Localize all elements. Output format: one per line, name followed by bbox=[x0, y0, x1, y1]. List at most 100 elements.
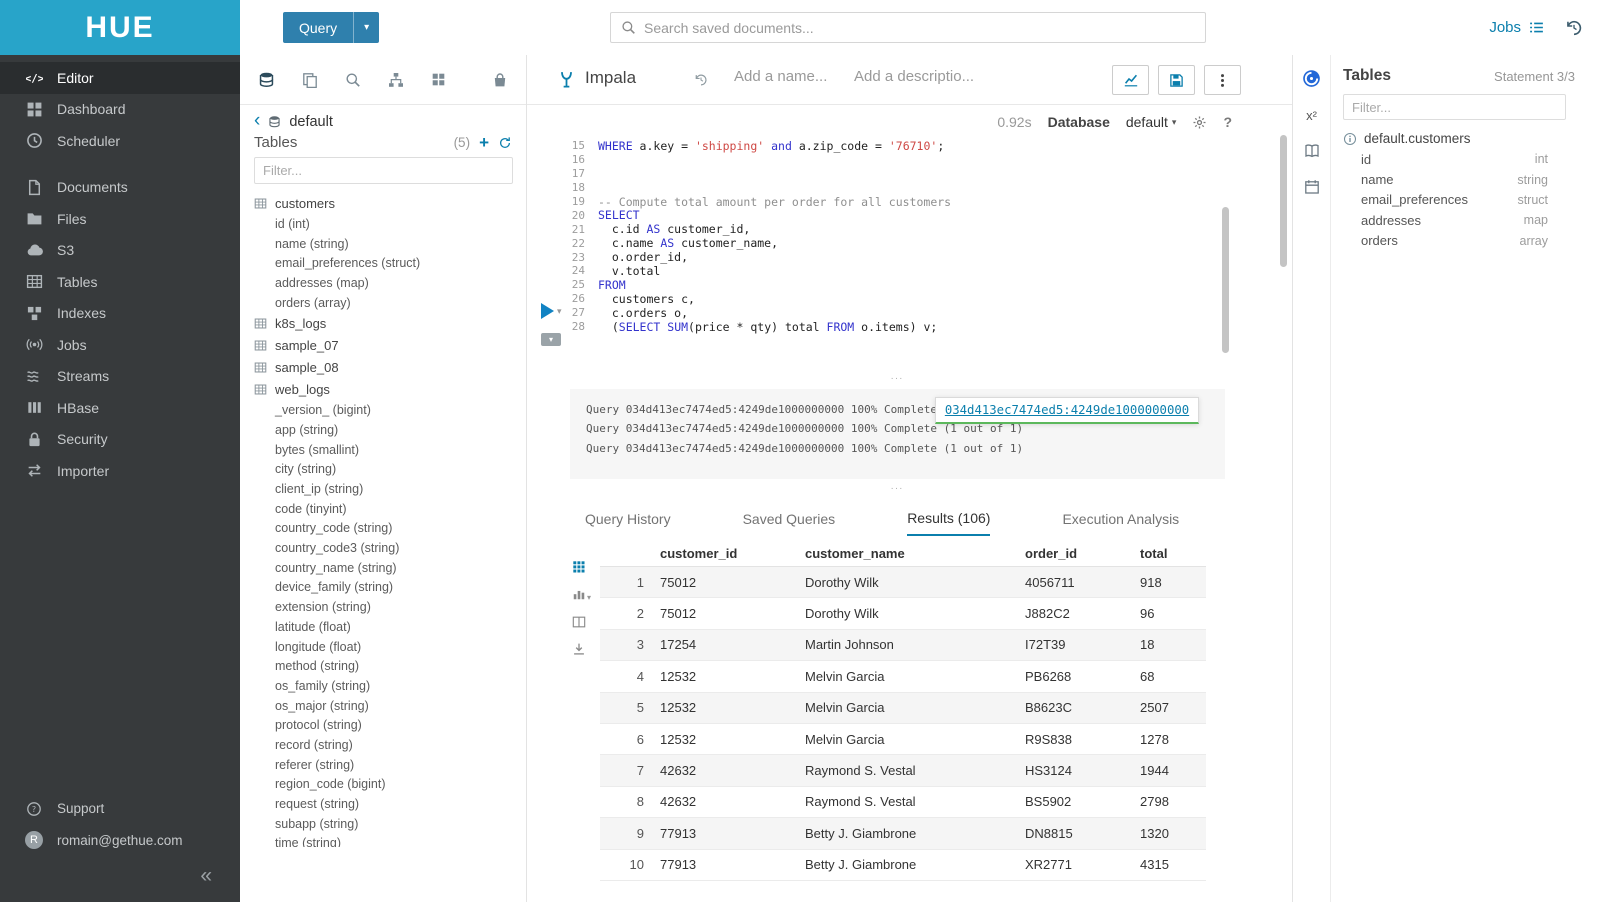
results-row[interactable]: 175012Dorothy Wilk4056711918 bbox=[600, 567, 1206, 598]
sidebar-item-dashboard[interactable]: Dashboard bbox=[0, 94, 240, 126]
sidebar-item-jobs[interactable]: Jobs bbox=[0, 329, 240, 361]
tree-column-item[interactable]: country_code (string) bbox=[254, 519, 526, 539]
save-button[interactable] bbox=[1158, 65, 1195, 95]
tree-column-item[interactable]: client_ip (string) bbox=[254, 479, 526, 499]
tree-table-item[interactable]: web_logs bbox=[254, 378, 526, 400]
sidebar-item-editor[interactable]: </>Editor bbox=[0, 62, 240, 94]
tree-column-item[interactable]: os_family (string) bbox=[254, 676, 526, 696]
tree-column-item[interactable]: device_family (string) bbox=[254, 578, 526, 598]
add-table-button[interactable]: + bbox=[479, 134, 489, 151]
tree-column-item[interactable]: app (string) bbox=[254, 420, 526, 440]
results-row[interactable]: 977913Betty J. GiambroneDN88151320 bbox=[600, 818, 1206, 849]
tree-column-item[interactable]: extension (string) bbox=[254, 597, 526, 617]
editor-scrollbar[interactable] bbox=[1222, 207, 1229, 353]
tab-query-history[interactable]: Query History bbox=[585, 501, 671, 536]
tree-column-item[interactable]: orders (array) bbox=[254, 293, 526, 313]
assist-hierarchy-tab[interactable] bbox=[388, 72, 404, 88]
download-button[interactable] bbox=[572, 642, 586, 656]
right-column-item[interactable]: addressesmap bbox=[1343, 210, 1589, 230]
results-row[interactable]: 275012Dorothy WilkJ882C296 bbox=[600, 598, 1206, 629]
right-filter-input[interactable] bbox=[1343, 94, 1566, 120]
sidebar-item-streams[interactable]: Streams bbox=[0, 361, 240, 393]
schedule-tab[interactable] bbox=[1293, 179, 1330, 195]
tree-column-item[interactable]: protocol (string) bbox=[254, 715, 526, 735]
results-row[interactable]: 742632Raymond S. VestalHS31241944 bbox=[600, 755, 1206, 786]
editor-options-button[interactable]: ▾ bbox=[541, 333, 561, 346]
sidebar-item-s3[interactable]: S3 bbox=[0, 235, 240, 267]
panel-scrollbar[interactable] bbox=[1280, 135, 1287, 267]
right-column-item[interactable]: namestring bbox=[1343, 169, 1589, 189]
tree-column-item[interactable]: city (string) bbox=[254, 460, 526, 480]
tab-results-106[interactable]: Results (106) bbox=[907, 501, 990, 536]
global-history-button[interactable] bbox=[1565, 19, 1583, 37]
sidebar-item-support[interactable]: ? Support bbox=[0, 793, 240, 825]
tree-column-item[interactable]: code (tinyint) bbox=[254, 499, 526, 519]
tree-column-item[interactable]: longitude (float) bbox=[254, 637, 526, 657]
database-name[interactable]: default bbox=[289, 114, 333, 130]
tree-column-item[interactable]: addresses (map) bbox=[254, 273, 526, 293]
results-row[interactable]: 1077913Betty J. GiambroneXR27714315 bbox=[600, 850, 1206, 881]
tree-column-item[interactable]: id (int) bbox=[254, 214, 526, 234]
chart-button[interactable] bbox=[1112, 65, 1149, 95]
language-reference-tab[interactable] bbox=[1293, 143, 1330, 159]
tree-column-item[interactable]: os_major (string) bbox=[254, 696, 526, 716]
tab-saved-queries[interactable]: Saved Queries bbox=[743, 501, 836, 536]
tree-column-item[interactable]: latitude (float) bbox=[254, 617, 526, 637]
sidebar-item-security[interactable]: Security bbox=[0, 424, 240, 456]
tree-column-item[interactable]: email_preferences (struct) bbox=[254, 253, 526, 273]
sidebar-item-scheduler[interactable]: Scheduler bbox=[0, 125, 240, 157]
assist-apps-tab[interactable] bbox=[431, 72, 446, 87]
hue-logo[interactable]: HUE bbox=[0, 0, 240, 55]
grid-view-button[interactable] bbox=[572, 560, 586, 574]
tree-column-item[interactable]: time (string) bbox=[254, 834, 526, 847]
sidebar-item-documents[interactable]: Documents bbox=[0, 172, 240, 204]
back-chevron-icon[interactable]: ‹ bbox=[254, 111, 260, 130]
sidebar-item-files[interactable]: Files bbox=[0, 203, 240, 235]
tab-execution-analysis[interactable]: Execution Analysis bbox=[1062, 501, 1179, 536]
query-button[interactable]: Query bbox=[283, 12, 353, 43]
sidebar-item-indexes[interactable]: Indexes bbox=[0, 298, 240, 330]
resize-handle[interactable]: ··· bbox=[527, 375, 1267, 383]
columns-view-button[interactable] bbox=[572, 615, 586, 629]
active-table-row[interactable]: default.customers bbox=[1343, 131, 1589, 146]
editor-assistant-tab[interactable] bbox=[1293, 69, 1330, 88]
tree-column-item[interactable]: record (string) bbox=[254, 735, 526, 755]
editor-help-button[interactable]: ? bbox=[1223, 114, 1232, 130]
query-history-toggle[interactable] bbox=[694, 73, 708, 87]
results-row[interactable]: 412532Melvin GarciaPB626868 bbox=[600, 661, 1206, 692]
more-actions-button[interactable] bbox=[1204, 65, 1241, 95]
functions-tab[interactable]: x² bbox=[1293, 108, 1330, 123]
results-row[interactable]: 317254Martin JohnsonI72T3918 bbox=[600, 630, 1206, 661]
query-description-input[interactable] bbox=[854, 68, 984, 85]
tree-table-item[interactable]: k8s_logs bbox=[254, 312, 526, 334]
tree-column-item[interactable]: bytes (smallint) bbox=[254, 440, 526, 460]
sidebar-item-importer[interactable]: Importer bbox=[0, 455, 240, 487]
resize-handle[interactable]: ··· bbox=[527, 485, 1267, 493]
search-input[interactable] bbox=[644, 20, 1195, 36]
tree-column-item[interactable]: country_name (string) bbox=[254, 558, 526, 578]
refresh-tables-button[interactable] bbox=[498, 136, 512, 150]
sidebar-item-tables[interactable]: Tables bbox=[0, 266, 240, 298]
database-selector[interactable]: default ▾ bbox=[1126, 114, 1177, 130]
chart-view-button[interactable]: ▾ bbox=[572, 587, 591, 602]
editor-settings-button[interactable] bbox=[1192, 115, 1207, 130]
tree-table-item[interactable]: sample_07 bbox=[254, 334, 526, 356]
right-column-item[interactable]: ordersarray bbox=[1343, 231, 1589, 251]
sidebar-item-hbase[interactable]: HBase bbox=[0, 392, 240, 424]
tables-filter-input[interactable] bbox=[254, 157, 513, 184]
tree-column-item[interactable]: request (string) bbox=[254, 794, 526, 814]
right-column-item[interactable]: email_preferencesstruct bbox=[1343, 190, 1589, 210]
query-name-input[interactable] bbox=[734, 68, 842, 85]
right-column-item[interactable]: idint bbox=[1343, 149, 1589, 169]
query-dropdown-button[interactable]: ▾ bbox=[353, 12, 379, 43]
results-row[interactable]: 842632Raymond S. VestalBS59022798 bbox=[600, 787, 1206, 818]
sidebar-item-user[interactable]: R romain@gethue.com bbox=[0, 825, 240, 857]
assist-documents-tab[interactable] bbox=[302, 72, 318, 88]
jobs-link[interactable]: Jobs bbox=[1489, 19, 1545, 36]
assist-search-tab[interactable] bbox=[345, 72, 361, 88]
assist-databases-tab[interactable] bbox=[258, 71, 275, 88]
tree-column-item[interactable]: referer (string) bbox=[254, 755, 526, 775]
sidebar-collapse-button[interactable]: « bbox=[0, 864, 240, 888]
execute-button[interactable]: ▾ bbox=[541, 303, 562, 319]
tree-column-item[interactable]: name (string) bbox=[254, 234, 526, 254]
